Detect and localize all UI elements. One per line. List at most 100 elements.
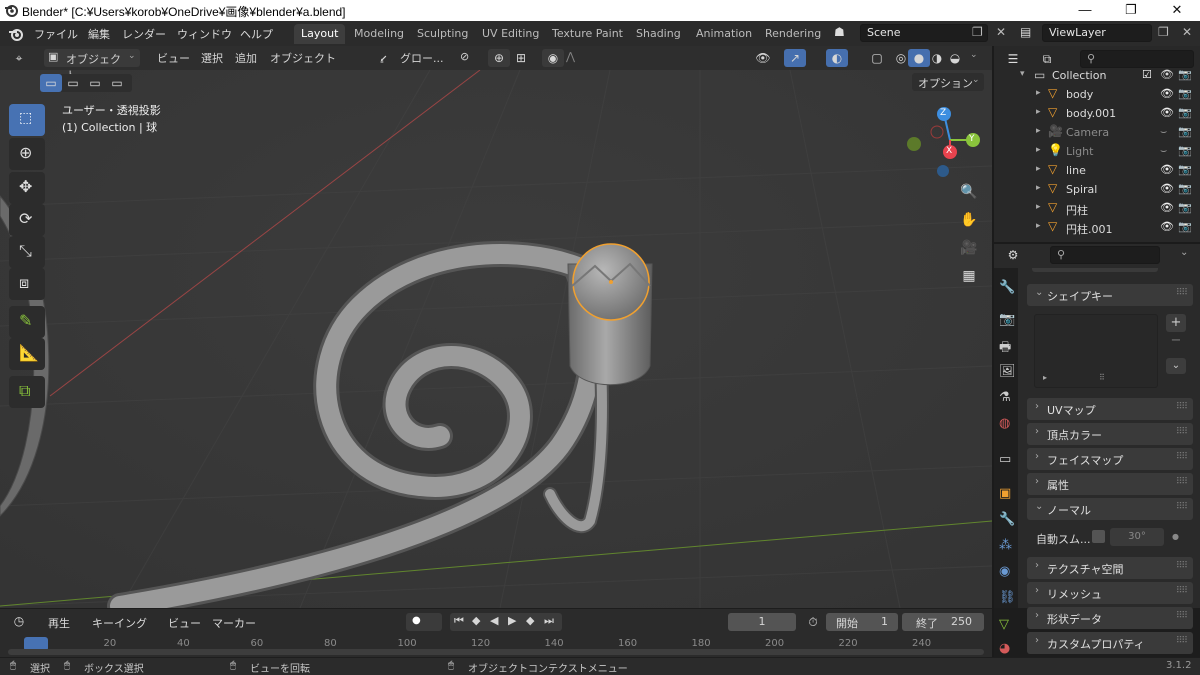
keyframe-dot-icon[interactable]: ● — [1172, 532, 1179, 541]
play-icon[interactable]: ▶ — [508, 614, 516, 627]
panel-header[interactable]: ⌄ ノーマル ⠿⠿ — [1027, 498, 1193, 520]
scene-tab-icon[interactable]: ⚗ — [999, 390, 1011, 405]
close-button[interactable]: ✕ — [1154, 0, 1200, 21]
outliner-row[interactable]: ▸ ▽ body 👁 📷 — [994, 85, 1200, 104]
collection-tab-icon[interactable]: ▭ — [999, 452, 1011, 467]
rendered-shading-icon[interactable]: ◒ — [944, 49, 966, 67]
jump-start-icon[interactable]: ⏮ — [454, 614, 464, 628]
menu-file[interactable]: ファイル — [34, 26, 78, 42]
drag-grip-icon[interactable]: ⠿⠿ — [1176, 636, 1188, 646]
menu-timeline-view[interactable]: ビュー — [168, 615, 201, 631]
jump-end-icon[interactable]: ⏭ — [544, 614, 554, 628]
select-extend-icon[interactable]: ▭ — [62, 74, 84, 92]
properties-search-input[interactable]: ⚲ — [1050, 246, 1160, 264]
scale-tool[interactable]: ⤡ — [9, 236, 45, 268]
eye-icon[interactable]: 👁 — [1160, 182, 1174, 195]
menu-render[interactable]: レンダー — [122, 26, 166, 42]
menu-help[interactable]: ヘルプ — [240, 26, 273, 42]
tab-rendering[interactable]: Rendering — [758, 24, 828, 44]
list-grip-icon[interactable]: ⠿ — [1099, 373, 1105, 382]
outliner-row[interactable]: ▸ ▽ body.001 👁 📷 — [994, 104, 1200, 123]
camera-render-icon[interactable]: 📷 — [1178, 87, 1192, 100]
remove-view-layer-icon[interactable]: ✕ — [1182, 25, 1192, 39]
outliner-row[interactable]: ▸ ▽ 円柱.001 👁 📷 — [994, 218, 1200, 237]
camera-render-icon[interactable]: 📷 — [1178, 220, 1192, 233]
view-layer-icon[interactable]: ▤ — [1020, 25, 1031, 39]
blender-menu-icon[interactable] — [8, 26, 24, 42]
maximize-button[interactable]: ❐ — [1108, 0, 1154, 21]
camera-render-icon[interactable]: 📷 — [1178, 144, 1192, 157]
physics-tab-icon[interactable]: ◉ — [999, 564, 1010, 579]
menu-edit[interactable]: 編集 — [88, 26, 110, 42]
modifier-tab-icon[interactable]: 🔧 — [999, 512, 1015, 527]
play-triangle-icon[interactable]: ▸ — [1043, 373, 1047, 382]
object-tab-icon[interactable]: ▣ — [999, 486, 1011, 501]
particles-tab-icon[interactable]: ⁂ — [999, 538, 1012, 553]
chevron-down-icon[interactable]: ⌄ — [1180, 247, 1188, 258]
shape-key-specials-button[interactable]: ⌄ — [1166, 358, 1186, 374]
minimize-button[interactable]: — — [1062, 0, 1108, 21]
remove-shape-key-button[interactable]: − — [1166, 334, 1186, 348]
options-dropdown[interactable]: オプション ⌄ — [912, 73, 984, 91]
camera-render-icon[interactable]: 📷 — [1178, 125, 1192, 138]
shading-options-chevron-icon[interactable]: ⌄ — [970, 50, 978, 60]
drag-grip-icon[interactable]: ⠿⠿ — [1176, 561, 1188, 571]
eye-icon[interactable]: 👁 — [1160, 201, 1174, 214]
expand-chevron-icon[interactable]: ▸ — [1036, 145, 1041, 155]
add-shape-key-button[interactable]: + — [1166, 314, 1186, 332]
select-subtract-icon[interactable]: ▭ — [84, 74, 106, 92]
drag-grip-icon[interactable]: ⠿⠿ — [1176, 477, 1188, 487]
tab-sculpting[interactable]: Sculpting — [410, 24, 475, 44]
remove-scene-icon[interactable]: ✕ — [996, 25, 1006, 39]
menu-add[interactable]: 追加 — [235, 50, 257, 66]
end-frame-field[interactable]: 終了 250 — [902, 613, 984, 631]
drag-grip-icon[interactable]: ⠿⠿ — [1176, 586, 1188, 596]
eye-icon[interactable]: 👁 — [1160, 87, 1174, 100]
tab-layout[interactable]: Layout — [294, 24, 346, 44]
add-cube-tool[interactable]: ⧉ — [9, 376, 45, 408]
panel-header[interactable]: › 形状データ ⠿⠿ — [1027, 607, 1193, 629]
stopwatch-icon[interactable]: ⏱ — [802, 613, 824, 631]
select-box-tool[interactable]: ⬚ — [9, 104, 45, 136]
drag-grip-icon[interactable]: ⠿⠿ — [1176, 502, 1188, 512]
new-scene-icon[interactable]: ❐ — [972, 25, 983, 39]
outliner-row[interactable]: ▸ 💡 Light ⌣ 📷 — [994, 142, 1200, 161]
timeline-editor-icon[interactable]: ◷ — [8, 612, 30, 630]
editor-type-icon[interactable]: ⌖ — [8, 49, 30, 67]
proportional-edit-icon[interactable]: ◉ — [542, 49, 564, 67]
expand-chevron-icon[interactable]: ▸ — [1036, 183, 1041, 193]
perspective-grid-icon[interactable]: ▦ — [957, 264, 981, 288]
tool-tab-icon[interactable]: 🔧 — [999, 280, 1015, 295]
drag-grip-icon[interactable]: ⠿⠿ — [1176, 427, 1188, 437]
current-frame-field[interactable]: 1 — [728, 613, 796, 631]
panel-header[interactable]: › カスタムプロパティ ⠿⠿ — [1027, 632, 1193, 654]
output-tab-icon[interactable]: 🖶 — [999, 338, 1011, 360]
drag-grip-icon[interactable]: ⠿⠿ — [1176, 402, 1188, 412]
measure-tool[interactable]: 📐 — [9, 338, 45, 370]
3d-viewport[interactable]: ⌖ ▣ オブジェクト... ⌄ ビュー 選択 追加 オブジェクト ⭹ グロー..… — [0, 46, 992, 608]
expand-chevron-icon[interactable]: ▸ — [1036, 202, 1041, 212]
snap-target-icon[interactable]: ⊞ — [510, 49, 532, 67]
new-view-layer-icon[interactable]: ❐ — [1158, 25, 1169, 39]
proportional-falloff-icon[interactable]: ⋀ — [566, 50, 575, 63]
eye-icon[interactable]: 👁 — [1160, 106, 1174, 119]
camera-view-icon[interactable]: 🎥 — [957, 236, 981, 260]
eye-icon[interactable]: 👁 — [1160, 163, 1174, 176]
annotate-tool[interactable]: ✎ — [9, 306, 45, 338]
panel-header[interactable]: › テクスチャ空間 ⠿⠿ — [1027, 557, 1193, 579]
gizmo-toggle-icon[interactable]: ↗ — [784, 49, 806, 67]
expand-chevron-icon[interactable]: ▸ — [1036, 221, 1041, 231]
drag-grip-icon[interactable]: ⠿⠿ — [1176, 452, 1188, 462]
prev-keyframe-icon[interactable]: ◆ — [472, 614, 480, 627]
tab-texture-paint[interactable]: Texture Paint — [545, 24, 630, 44]
panel-header[interactable]: › 頂点カラー ⠿⠿ — [1027, 423, 1193, 445]
pan-hand-icon[interactable]: ✋ — [957, 208, 981, 232]
menu-keying[interactable]: キーイング — [92, 615, 147, 631]
drag-grip-icon[interactable]: ⠿⠿ — [1176, 611, 1188, 621]
start-frame-field[interactable]: 開始 1 — [826, 613, 898, 631]
camera-render-icon[interactable]: 📷 — [1178, 106, 1192, 119]
tab-uv-editing[interactable]: UV Editing — [475, 24, 546, 44]
camera-render-icon[interactable]: 📷 — [1178, 201, 1192, 214]
mode-dropdown[interactable]: ▣ オブジェクト... ⌄ — [44, 49, 140, 82]
orientation-dropdown[interactable]: グロー... — [400, 50, 444, 66]
